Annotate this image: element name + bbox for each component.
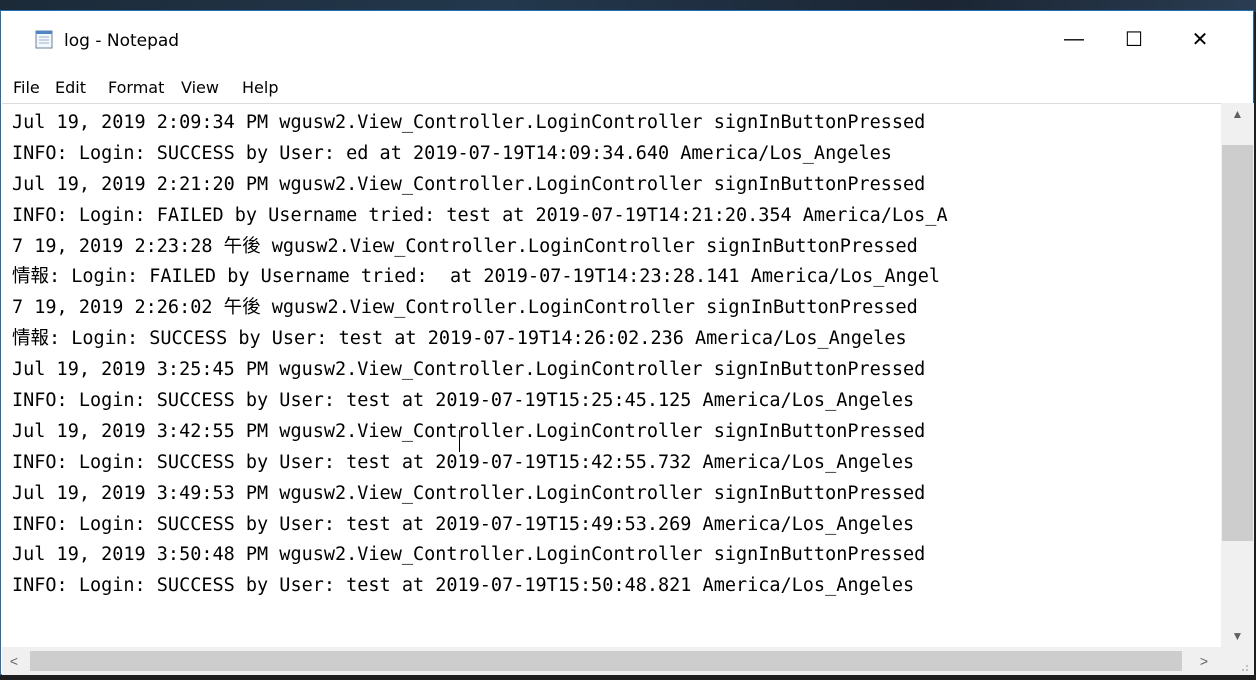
text-line: INFO: Login: FAILED by Username tried: t… xyxy=(12,204,948,226)
notepad-window: log - Notepad — ☐ ✕ File Edit Format Vie… xyxy=(0,10,1254,675)
horizontal-scroll-thumb[interactable] xyxy=(30,651,1182,671)
vertical-scroll-thumb[interactable] xyxy=(1222,145,1253,541)
text-line: 情報: Login: SUCCESS by User: test at 2019… xyxy=(12,328,907,350)
text-line: 7 19, 2019 2:23:28 午後 wgusw2.View_Contro… xyxy=(12,235,918,257)
horizontal-scrollbar[interactable]: < > xyxy=(2,647,1221,675)
text-line: 7 19, 2019 2:26:02 午後 wgusw2.View_Contro… xyxy=(12,297,918,319)
scroll-left-arrow-icon[interactable]: < xyxy=(2,647,26,675)
text-line: INFO: Login: SUCCESS by User: test at 20… xyxy=(12,575,915,597)
menu-help[interactable]: Help xyxy=(242,78,278,97)
vertical-scrollbar[interactable]: ▲ ▼ xyxy=(1221,103,1254,647)
scroll-up-arrow-icon[interactable]: ▲ xyxy=(1221,103,1254,125)
maximize-button[interactable]: ☐ xyxy=(1111,11,1157,67)
text-line: 情報: Login: FAILED by Username tried: at … xyxy=(12,266,941,288)
menu-edit[interactable]: Edit xyxy=(55,78,86,97)
menu-format[interactable]: Format xyxy=(108,78,164,97)
text-line: Jul 19, 2019 3:50:48 PM wgusw2.View_Cont… xyxy=(12,544,926,566)
text-line: Jul 19, 2019 2:21:20 PM wgusw2.View_Cont… xyxy=(12,173,926,195)
menu-bar: File Edit Format View Help xyxy=(1,71,1253,103)
text-line: Jul 19, 2019 3:42:55 PM wgusw2.View_Cont… xyxy=(12,420,926,442)
minimize-icon: — xyxy=(1064,27,1084,50)
resize-grip-icon[interactable] xyxy=(1221,647,1254,675)
text-line: INFO: Login: SUCCESS by User: test at 20… xyxy=(12,513,915,535)
text-line: INFO: Login: SUCCESS by User: ed at 2019… xyxy=(12,142,892,164)
text-line: INFO: Login: SUCCESS by User: test at 20… xyxy=(12,390,915,412)
text-line: INFO: Login: SUCCESS by User: test at 20… xyxy=(12,451,915,473)
close-button[interactable]: ✕ xyxy=(1177,11,1223,67)
text-caret xyxy=(459,430,460,452)
minimize-button[interactable]: — xyxy=(1051,11,1097,67)
scroll-down-arrow-icon[interactable]: ▼ xyxy=(1221,625,1254,647)
document-text: Jul 19, 2019 2:09:34 PM wgusw2.View_Cont… xyxy=(12,108,948,602)
menu-view[interactable]: View xyxy=(181,78,219,97)
text-line: Jul 19, 2019 3:25:45 PM wgusw2.View_Cont… xyxy=(12,359,926,381)
text-line: Jul 19, 2019 2:09:34 PM wgusw2.View_Cont… xyxy=(12,112,926,133)
text-editor[interactable]: Jul 19, 2019 2:09:34 PM wgusw2.View_Cont… xyxy=(2,103,1221,648)
title-bar[interactable]: log - Notepad — ☐ ✕ xyxy=(1,11,1253,71)
window-title: log - Notepad xyxy=(64,31,180,51)
close-icon: ✕ xyxy=(1191,28,1209,51)
text-line: Jul 19, 2019 3:49:53 PM wgusw2.View_Cont… xyxy=(12,482,926,504)
menu-file[interactable]: File xyxy=(13,78,40,97)
scroll-right-arrow-icon[interactable]: > xyxy=(1192,647,1216,675)
maximize-icon: ☐ xyxy=(1125,28,1143,51)
notepad-icon xyxy=(35,30,53,49)
